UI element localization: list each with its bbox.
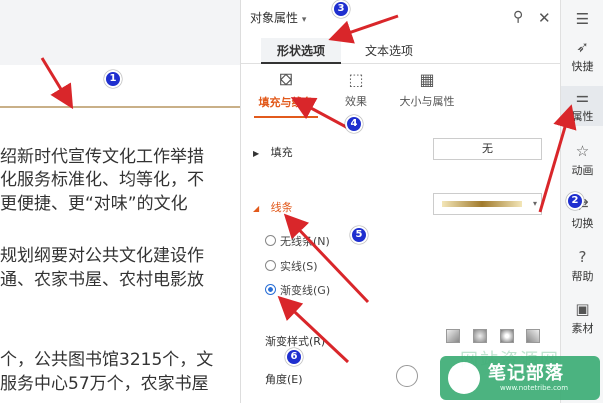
subtab-fill-line[interactable]: ⛋ 填充与线条 <box>253 70 319 110</box>
annotation-badge-3: 3 <box>332 0 350 18</box>
annotation-badge-6: 6 <box>285 348 303 366</box>
tab-text-options[interactable]: 文本选项 <box>349 38 429 64</box>
pin-icon[interactable]: ⚲ <box>513 9 523 25</box>
watermark: 笔记部落 www.notetribe.com <box>440 356 600 400</box>
radio-gradient-line[interactable]: 渐变线(G) <box>265 282 330 298</box>
question-icon: ? <box>578 248 587 266</box>
doc-text-line: 规划纲要对公共文化建设作 <box>0 246 204 266</box>
doc-text-line: 通、农家书屋、农村电影放 <box>0 270 204 290</box>
paint-bucket-icon: ⛋ <box>279 70 293 89</box>
selected-line-shape[interactable] <box>0 106 240 108</box>
annotation-badge-2: 2 <box>566 192 584 210</box>
effects-icon: ⬚ <box>348 70 364 89</box>
radio-button[interactable] <box>265 260 276 271</box>
close-icon[interactable]: ✕ <box>538 9 551 27</box>
panel-title[interactable]: 对象属性 ▾ <box>250 9 306 26</box>
doc-text-line: 绍新时代宣传文化工作举措 <box>0 147 204 167</box>
panel-title-text: 对象属性 <box>250 11 299 25</box>
star-icon: ☆ <box>575 142 590 160</box>
gradient-swatch <box>442 201 522 207</box>
panel-tabs: 形状选项 文本选项 <box>241 38 561 64</box>
rail-item-quick[interactable]: ➶ 快捷 <box>561 38 603 76</box>
radio-no-line[interactable]: 无线条(N) <box>265 233 330 249</box>
fill-select[interactable]: 无 <box>433 138 542 160</box>
tab-shape-options[interactable]: 形状选项 <box>261 38 341 64</box>
rail-item-help[interactable]: ? 帮助 <box>561 248 603 286</box>
rail-label: 帮助 <box>571 270 594 283</box>
gradient-preset-linear[interactable] <box>446 329 460 343</box>
subtab-label: 效果 <box>345 95 367 108</box>
radio-solid-line[interactable]: 实线(S) <box>265 258 318 274</box>
rail-label: 属性 <box>571 110 594 123</box>
dropdown-caret-icon: ▾ <box>301 15 307 25</box>
doc-text-line: 服务中心57万个，农家书屋 <box>0 374 209 394</box>
watermark-logo-icon <box>448 362 480 394</box>
size-icon: ▦ <box>419 70 435 89</box>
watermark-url: www.notetribe.com <box>500 384 569 392</box>
rail-label: 素材 <box>571 322 594 335</box>
angle-label: 角度(E) <box>265 373 303 386</box>
rail-label: 动画 <box>571 164 594 177</box>
rail-label: 切换 <box>571 217 594 230</box>
rail-label: 快捷 <box>571 60 594 73</box>
annotation-badge-1: 1 <box>104 70 122 88</box>
subtab-effects[interactable]: ⬚ 效果 <box>336 70 376 109</box>
radio-button[interactable] <box>265 235 276 246</box>
annotation-badge-4: 4 <box>345 115 363 133</box>
rail-item-properties[interactable]: ⚌ 属性 <box>561 86 603 126</box>
fill-section-header[interactable]: ▶ 填充 <box>253 144 293 160</box>
doc-text-line: 个，公共图书馆3215个，文 <box>0 350 214 370</box>
rail-item-materials[interactable]: ▣ 素材 <box>561 300 603 338</box>
gradient-preset-path[interactable] <box>526 329 540 343</box>
rocket-icon: ➶ <box>576 38 589 56</box>
materials-icon: ▣ <box>575 300 590 318</box>
object-properties-panel: 对象属性 ▾ ⚲ ✕ 形状选项 文本选项 ⛋ 填充与线条 ⬚ 效果 ▦ 大小与属… <box>240 0 561 403</box>
radio-button-selected[interactable] <box>265 284 276 295</box>
sliders-icon: ⚌ <box>575 88 590 106</box>
rail-item-animation[interactable]: ☆ 动画 <box>561 142 603 180</box>
chevron-down-icon: ▾ <box>532 199 537 208</box>
line-label: 线条 <box>270 201 293 214</box>
gradient-style-label: 渐变样式(R) <box>265 335 326 348</box>
subtab-label: 大小与属性 <box>399 95 455 108</box>
gradient-preset-radial[interactable] <box>473 329 487 343</box>
fill-value: 无 <box>482 142 493 155</box>
watermark-text: 笔记部落 <box>488 363 564 384</box>
gradient-preset-rect[interactable] <box>500 329 514 343</box>
rail-menu-icon[interactable]: ☰ <box>561 10 603 30</box>
radio-label: 渐变线(G) <box>280 284 331 297</box>
annotation-badge-5: 5 <box>350 226 368 244</box>
subtab-size-properties[interactable]: ▦ 大小与属性 <box>389 70 465 109</box>
document-canvas[interactable]: 绍新时代宣传文化工作举措 化服务标准化、均等化，不 更便捷、更“对味”的文化 规… <box>0 0 240 403</box>
expand-triangle-icon: ◢ <box>253 204 260 213</box>
line-section-header[interactable]: ◢ 线条 <box>253 199 293 215</box>
doc-text-line: 更便捷、更“对味”的文化 <box>0 194 188 214</box>
doc-text-line: 化服务标准化、均等化，不 <box>0 170 204 190</box>
radio-label: 无线条(N) <box>280 235 330 248</box>
subtab-underline <box>254 116 318 118</box>
angle-dial[interactable] <box>396 365 418 387</box>
subtab-label: 填充与线条 <box>258 96 314 109</box>
gradient-select[interactable]: ▾ <box>433 193 542 215</box>
app-window: 绍新时代宣传文化工作举措 化服务标准化、均等化，不 更便捷、更“对味”的文化 规… <box>0 0 603 403</box>
fill-label: 填充 <box>270 146 293 159</box>
radio-label: 实线(S) <box>280 260 318 273</box>
collapse-triangle-icon: ▶ <box>253 149 260 158</box>
